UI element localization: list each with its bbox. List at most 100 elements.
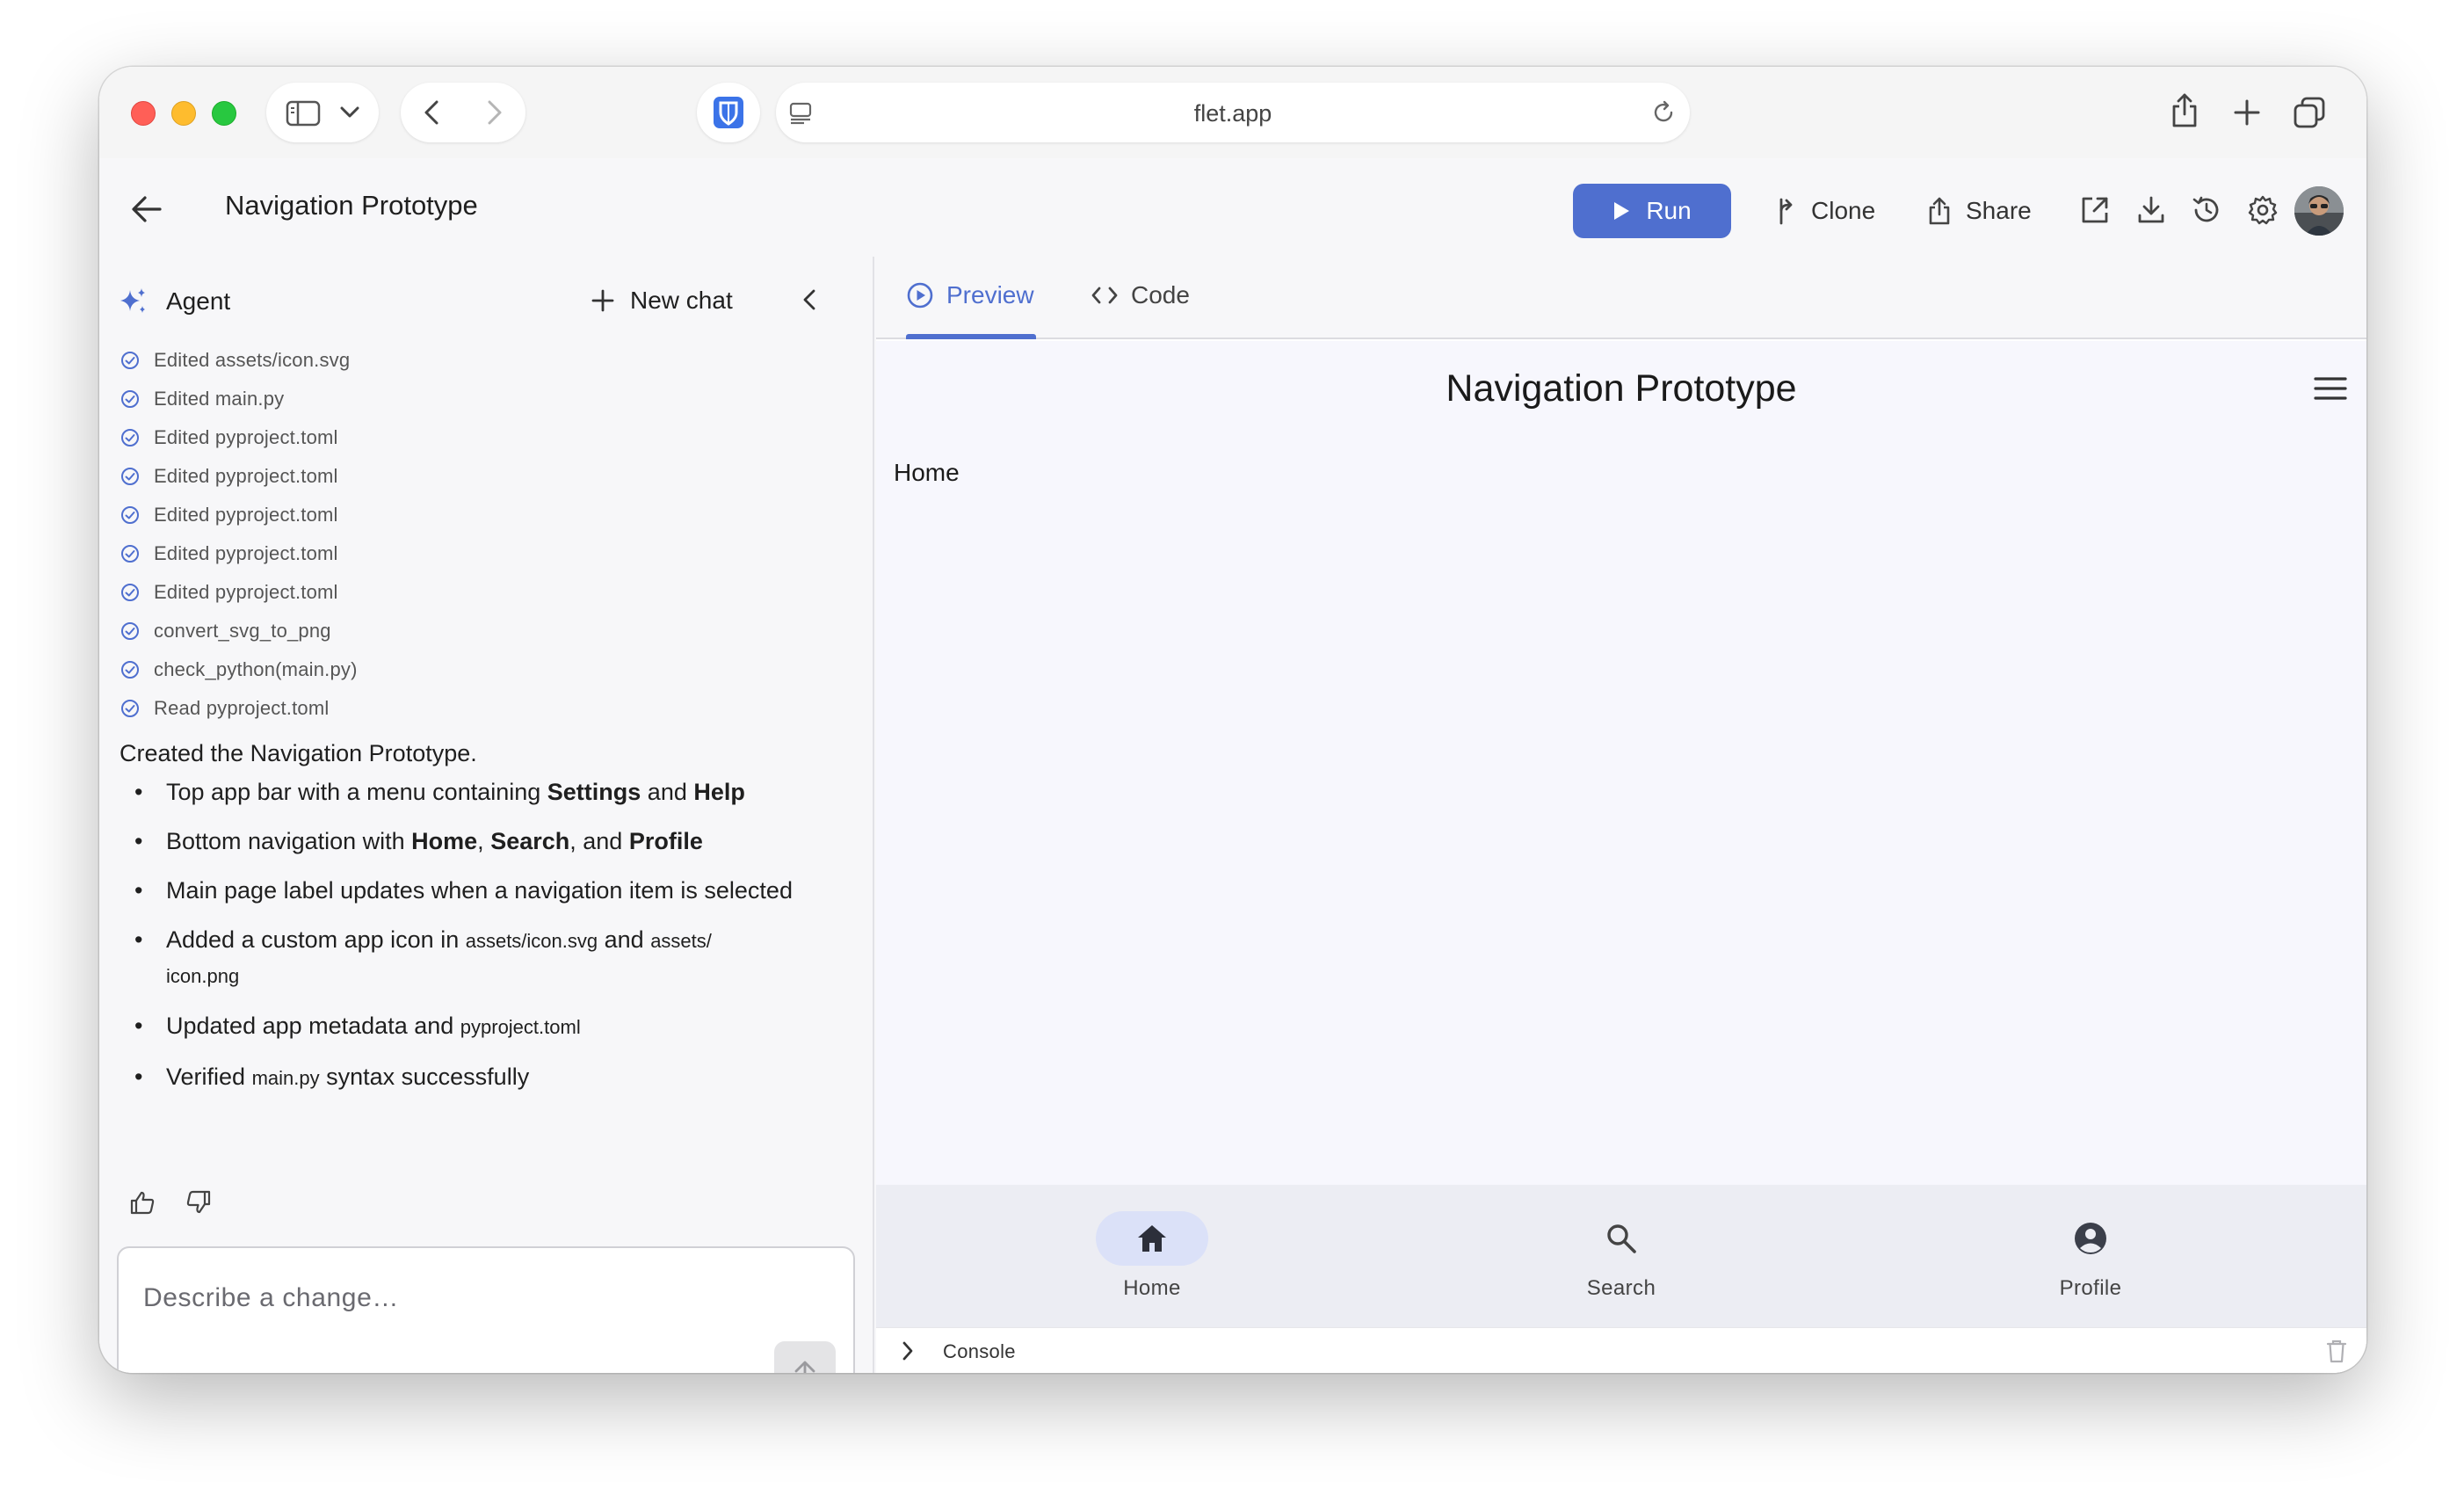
bullet-text: Added a custom app icon in assets/icon.s… [166, 926, 712, 987]
share-button[interactable]: Share [1927, 184, 2032, 238]
console-bar[interactable]: Console [876, 1327, 2366, 1373]
run-button[interactable]: Run [1573, 184, 1731, 238]
chat-composer[interactable]: Describe a change… [117, 1246, 855, 1373]
thumbs-down-icon[interactable] [185, 1190, 212, 1215]
app-header: Navigation Prototype Run Clone Share [99, 158, 2366, 257]
list-item: • Added a custom app icon in assets/icon… [134, 923, 864, 993]
check-circle-icon [120, 351, 140, 370]
account-circle-icon [2073, 1221, 2108, 1256]
reload-icon[interactable] [1651, 100, 1676, 125]
home-icon [1135, 1223, 1169, 1253]
step-label: Read pyproject.toml [154, 697, 330, 719]
play-icon [1612, 201, 1630, 221]
history-icon[interactable] [2191, 194, 2222, 226]
thumbs-up-icon[interactable] [129, 1190, 156, 1215]
tab-overview-icon[interactable] [2293, 96, 2326, 129]
play-circle-icon [906, 281, 934, 309]
nav-item-home[interactable]: Home [1047, 1211, 1257, 1301]
step-item[interactable]: Edited main.py [120, 380, 358, 418]
bullet-dot: • [134, 877, 143, 904]
nav-indicator [2034, 1211, 2147, 1266]
project-title: Navigation Prototype [225, 190, 478, 221]
run-label: Run [1646, 197, 1692, 224]
address-bar[interactable]: flet.app [776, 83, 1690, 142]
close-window-button[interactable] [131, 101, 156, 126]
password-manager-extension[interactable] [697, 83, 760, 142]
back-arrow-icon[interactable] [131, 195, 163, 223]
check-circle-icon [120, 544, 140, 563]
step-item[interactable]: Edited pyproject.toml [120, 418, 358, 457]
step-item[interactable]: Edited pyproject.toml [120, 534, 358, 573]
clone-button[interactable]: Clone [1774, 184, 1875, 238]
check-circle-icon [120, 467, 140, 486]
settings-gear-icon[interactable] [2247, 194, 2279, 226]
step-label: Edited pyproject.toml [154, 465, 338, 487]
step-item[interactable]: check_python(main.py) [120, 650, 358, 689]
bullet-dot: • [134, 1013, 143, 1039]
send-button[interactable] [774, 1341, 836, 1373]
check-circle-icon [120, 389, 140, 409]
step-item[interactable]: Edited pyproject.toml [120, 457, 358, 496]
step-item[interactable]: convert_svg_to_png [120, 612, 358, 650]
trash-icon[interactable] [2326, 1339, 2347, 1363]
chevron-down-icon[interactable] [340, 106, 359, 119]
check-circle-icon [120, 699, 140, 718]
open-in-new-icon[interactable] [2080, 195, 2110, 225]
step-label: Edited pyproject.toml [154, 426, 338, 448]
step-label: check_python(main.py) [154, 658, 358, 680]
nav-item-search[interactable]: Search [1516, 1211, 1727, 1301]
new-tab-icon[interactable] [2233, 98, 2261, 127]
download-icon[interactable] [2136, 195, 2166, 225]
clone-label: Clone [1811, 197, 1876, 224]
bottom-navigation: Home Search Profile [876, 1185, 2366, 1327]
search-icon [1605, 1222, 1638, 1255]
share-icon[interactable] [2170, 91, 2199, 128]
back-icon[interactable] [424, 100, 439, 125]
bullet-dot: • [134, 779, 143, 805]
plus-icon [591, 289, 614, 312]
sidebar-icon[interactable] [286, 100, 321, 127]
tab-code[interactable]: Code [1091, 281, 1190, 309]
list-item: • Verified main.py syntax successfully [134, 1060, 864, 1095]
step-label: Edited main.py [154, 388, 285, 410]
step-label: Edited pyproject.toml [154, 581, 338, 603]
step-item[interactable]: Read pyproject.toml [120, 689, 358, 728]
forward-icon[interactable] [487, 100, 503, 125]
url-text: flet.app [1193, 100, 1272, 127]
step-item[interactable]: Edited assets/icon.svg [120, 341, 358, 380]
minimize-window-button[interactable] [171, 101, 196, 126]
bullet-text: Updated app metadata and pyproject.toml [166, 1013, 581, 1039]
step-item[interactable]: Edited pyproject.toml [120, 496, 358, 534]
chevron-right-icon[interactable] [901, 1340, 915, 1361]
check-circle-icon [120, 583, 140, 602]
tab-preview-label: Preview [946, 281, 1034, 309]
new-chat-label: New chat [630, 287, 733, 314]
sidebar-toggle-group [266, 83, 379, 142]
arrow-up-icon [794, 1360, 816, 1373]
browser-window: flet.app Navigation Prototype Run Clone … [99, 67, 2366, 1373]
console-label: Console [943, 1340, 1016, 1362]
user-avatar[interactable] [2294, 186, 2344, 236]
step-label: Edited pyproject.toml [154, 504, 338, 526]
step-item[interactable]: Edited pyproject.toml [120, 573, 358, 612]
check-circle-icon [120, 660, 140, 679]
nav-item-profile[interactable]: Profile [1985, 1211, 2196, 1301]
nav-label-profile: Profile [2059, 1276, 2122, 1300]
nav-label-search: Search [1586, 1276, 1656, 1300]
preview-app: Navigation Prototype Home [876, 341, 2366, 1185]
bullet-text: Verified main.py syntax successfully [166, 1064, 530, 1090]
hamburger-menu-icon[interactable] [2314, 376, 2347, 401]
agent-header: Agent [119, 287, 230, 316]
step-label: Edited pyproject.toml [154, 542, 338, 564]
zoom-window-button[interactable] [212, 101, 236, 126]
preview-app-title: Navigation Prototype [1446, 367, 1797, 410]
list-item: • Main page label updates when a navigat… [134, 874, 864, 907]
check-circle-icon [120, 428, 140, 447]
tab-preview[interactable]: Preview [906, 281, 1034, 309]
fork-icon [1774, 197, 1797, 225]
collapse-panel-icon[interactable] [802, 288, 816, 311]
agent-summary: Created the Navigation Prototype. [120, 740, 477, 766]
new-chat-button[interactable]: New chat [591, 287, 733, 315]
nav-label-home: Home [1123, 1276, 1181, 1300]
bullet-dot: • [134, 1064, 143, 1090]
